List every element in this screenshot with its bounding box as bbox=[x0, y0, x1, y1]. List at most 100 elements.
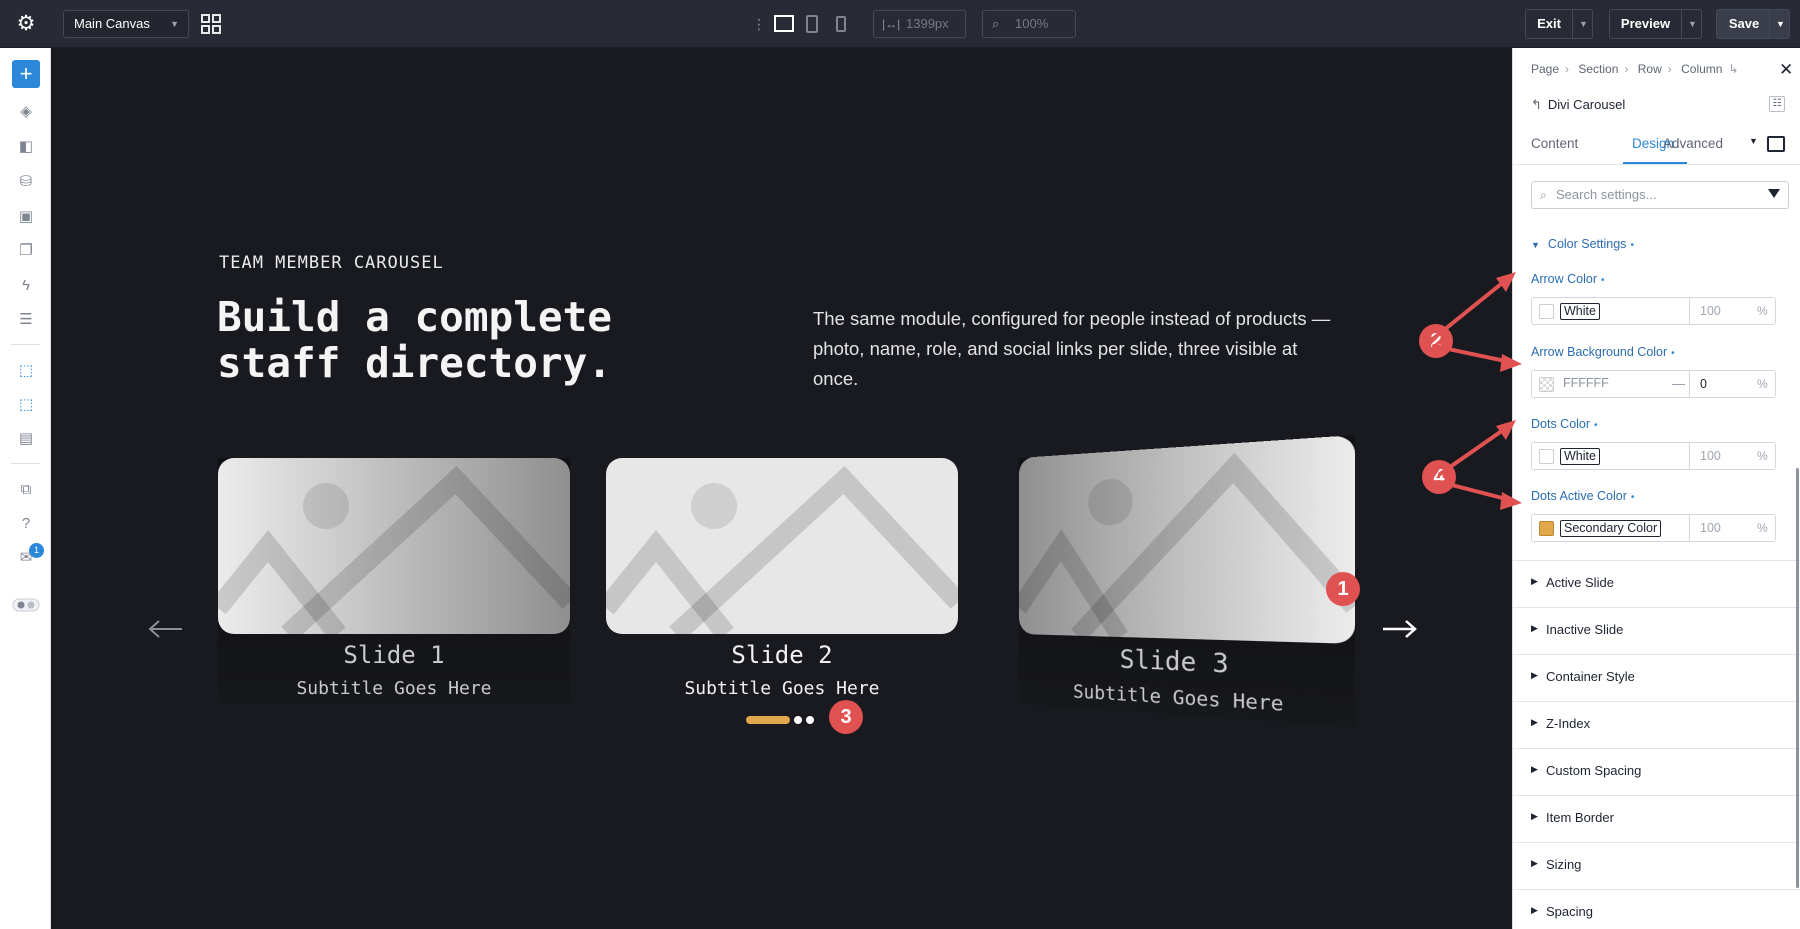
more-options-icon[interactable]: ⋮ bbox=[752, 14, 766, 34]
layers-icon[interactable]: ◈ bbox=[14, 101, 38, 123]
width-resize-icon: |↔| bbox=[882, 17, 901, 31]
exit-dropdown-icon[interactable]: ▼ bbox=[1572, 10, 1594, 38]
color-value[interactable]: Secondary Color bbox=[1560, 520, 1662, 537]
color-swatch[interactable] bbox=[1539, 521, 1554, 536]
annotation-arrow bbox=[1432, 344, 1512, 364]
zoom-field[interactable]: ⌕ 100% bbox=[982, 10, 1076, 38]
field-label-text: Arrow Background Color bbox=[1531, 345, 1668, 359]
preview-button[interactable]: Preview ▼ bbox=[1609, 9, 1702, 39]
color-swatch[interactable] bbox=[1539, 377, 1554, 392]
return-arrow-icon[interactable]: ↳ bbox=[1728, 62, 1738, 76]
select-element-icon[interactable]: ⬚ bbox=[14, 360, 38, 382]
section-label: Spacing bbox=[1546, 904, 1593, 919]
carousel-dot[interactable] bbox=[794, 716, 802, 724]
dots-active-color-field[interactable]: Secondary Color 100 % bbox=[1531, 514, 1776, 542]
carousel-slide[interactable]: Slide 2 Subtitle Goes Here bbox=[606, 458, 958, 704]
carousel-slide[interactable]: Slide 3 Subtitle Goes Here bbox=[1019, 434, 1356, 728]
caret-right-icon: ▶ bbox=[1531, 858, 1538, 868]
section-active-slide[interactable]: ▶ Active Slide bbox=[1513, 560, 1800, 607]
annotation-arrows bbox=[1432, 272, 1522, 510]
carousel-dot[interactable] bbox=[806, 716, 814, 724]
canvas-selector[interactable]: Main Canvas ▼ bbox=[63, 10, 189, 38]
opacity-input[interactable]: 0 bbox=[1700, 377, 1707, 391]
view-mode-icon[interactable] bbox=[1767, 136, 1785, 152]
color-value[interactable]: White bbox=[1560, 303, 1600, 320]
breadcrumb-item[interactable]: Page bbox=[1531, 62, 1559, 76]
annotation-arrowhead bbox=[1496, 272, 1516, 292]
breadcrumb-item[interactable]: Row bbox=[1638, 62, 1662, 76]
phone-view-icon[interactable] bbox=[834, 14, 848, 34]
section-sizing[interactable]: ▶ Sizing bbox=[1513, 842, 1800, 889]
color-settings-group-toggle[interactable]: ▼ Color Settings • bbox=[1531, 237, 1634, 251]
exit-button[interactable]: Exit ▼ bbox=[1525, 9, 1593, 39]
save-button[interactable]: Save ▼ bbox=[1716, 9, 1790, 39]
database-icon[interactable]: ⛁ bbox=[14, 171, 38, 193]
breadcrumb: Page › Section › Row › Column ↳ bbox=[1531, 62, 1745, 76]
multi-select-icon[interactable]: ⬚ bbox=[14, 394, 38, 416]
tablet-view-icon[interactable] bbox=[804, 14, 820, 34]
back-arrow-icon[interactable]: ↰ bbox=[1531, 97, 1542, 112]
field-label-arrow-background-color: Arrow Background Color • bbox=[1531, 345, 1675, 359]
save-dropdown-icon[interactable]: ▼ bbox=[1769, 10, 1791, 38]
arrow-background-color-field[interactable]: FFFFFF — 0 % bbox=[1531, 370, 1776, 398]
carousel-next-arrow-icon[interactable] bbox=[1379, 618, 1419, 640]
close-icon[interactable]: ✕ bbox=[1779, 60, 1793, 80]
section-item-border[interactable]: ▶ Item Border bbox=[1513, 795, 1800, 842]
image-placeholder-icon bbox=[606, 458, 958, 634]
search-settings-input[interactable]: ⌕ Search settings... bbox=[1531, 181, 1789, 209]
help-icon[interactable]: ? bbox=[14, 513, 38, 535]
desktop-view-icon[interactable] bbox=[773, 14, 795, 34]
color-value[interactable]: White bbox=[1560, 448, 1600, 465]
canvas-width-field[interactable]: |↔| 1399px bbox=[873, 10, 966, 38]
filter-icon[interactable] bbox=[1768, 189, 1780, 198]
page-settings-icon[interactable]: ▣ bbox=[14, 206, 38, 228]
color-swatch[interactable] bbox=[1539, 449, 1554, 464]
section-label: Sizing bbox=[1546, 857, 1582, 872]
dark-mode-toggle[interactable] bbox=[12, 597, 40, 613]
opacity-input[interactable]: 100 bbox=[1700, 521, 1721, 535]
opacity-unit: % bbox=[1757, 377, 1768, 391]
gear-icon[interactable]: ⚙ bbox=[14, 12, 38, 36]
pages-icon[interactable]: ❐ bbox=[14, 240, 38, 262]
tab-content[interactable]: Content bbox=[1531, 136, 1578, 151]
section-label: Inactive Slide bbox=[1546, 622, 1624, 637]
slide-image bbox=[218, 458, 570, 634]
color-swatch[interactable] bbox=[1539, 304, 1554, 319]
annotation-arrow bbox=[1438, 426, 1508, 476]
annotation-arrowhead bbox=[1496, 420, 1516, 440]
preview-dropdown-icon[interactable]: ▼ bbox=[1681, 10, 1703, 38]
arrow-color-field[interactable]: White 100 % bbox=[1531, 297, 1776, 325]
section-spacing[interactable]: ▶ Spacing bbox=[1513, 889, 1800, 929]
opacity-input[interactable]: 100 bbox=[1700, 304, 1721, 318]
opacity-unit: % bbox=[1757, 304, 1768, 318]
list-icon[interactable]: ☰ bbox=[14, 309, 38, 331]
slide-title: Slide 1 bbox=[343, 641, 445, 669]
theme-customizer-icon[interactable]: ◧ bbox=[14, 136, 38, 158]
breadcrumb-item[interactable]: Section bbox=[1578, 62, 1618, 76]
color-value[interactable]: FFFFFF bbox=[1560, 376, 1612, 393]
wireframe-icon[interactable]: ▤ bbox=[14, 428, 38, 450]
carousel-dot-active[interactable] bbox=[746, 716, 790, 724]
panel-scrollbar[interactable] bbox=[1796, 468, 1799, 888]
add-module-button[interactable]: + bbox=[12, 60, 40, 88]
section-custom-spacing[interactable]: ▶ Custom Spacing bbox=[1513, 748, 1800, 795]
tab-advanced-label[interactable]: Advanced bbox=[1663, 136, 1723, 151]
search-placeholder: Search settings... bbox=[1556, 187, 1657, 202]
chevron-down-icon[interactable]: ▼ bbox=[1749, 136, 1758, 146]
carousel-prev-arrow-icon[interactable] bbox=[146, 618, 186, 640]
carousel-slide[interactable]: Slide 1 Subtitle Goes Here bbox=[218, 458, 570, 704]
section-z-index[interactable]: ▶ Z-Index bbox=[1513, 701, 1800, 748]
breadcrumb-item[interactable]: Column bbox=[1681, 62, 1722, 76]
annotation-arrowhead bbox=[1500, 492, 1522, 510]
section-container-style[interactable]: ▶ Container Style bbox=[1513, 654, 1800, 701]
module-options-icon[interactable]: ☷ bbox=[1769, 96, 1785, 112]
section-label: Container Style bbox=[1546, 669, 1635, 684]
dots-color-field[interactable]: White 100 % bbox=[1531, 442, 1776, 470]
grid-view-icon[interactable] bbox=[200, 13, 222, 35]
opacity-input[interactable]: 100 bbox=[1700, 449, 1721, 463]
lightning-icon[interactable]: ϟ bbox=[14, 275, 38, 297]
zoom-value: 100% bbox=[1015, 16, 1049, 31]
library-icon[interactable]: ⧉ bbox=[14, 479, 38, 501]
section-inactive-slide[interactable]: ▶ Inactive Slide bbox=[1513, 607, 1800, 654]
carousel-dots[interactable] bbox=[745, 714, 815, 726]
